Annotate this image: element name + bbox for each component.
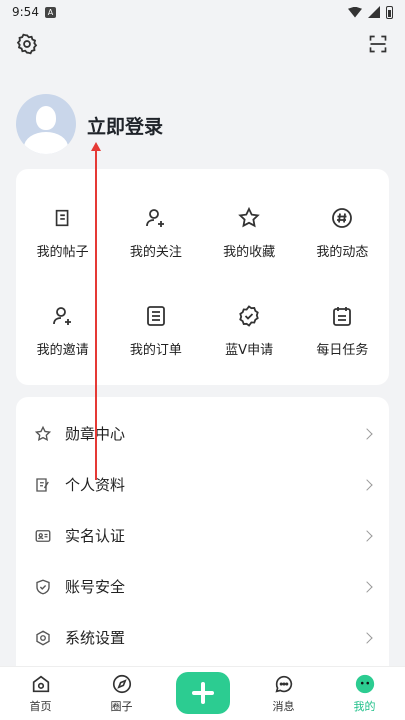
invite-icon — [50, 303, 76, 329]
status-icons — [348, 5, 393, 19]
nav-item-circle[interactable]: 圈子 — [81, 667, 162, 720]
calendar-icon — [329, 303, 355, 329]
grid-label: 我的动态 — [316, 245, 369, 260]
wifi-icon — [348, 6, 362, 18]
grid-label: 我的订单 — [129, 343, 182, 358]
grid-item-activity[interactable]: 我的动态 — [296, 183, 389, 281]
chevron-right-icon — [361, 580, 373, 593]
chevron-right-icon — [361, 529, 373, 542]
list-item-account-security[interactable]: 账号安全 — [16, 561, 389, 612]
nav-label: 首页 — [29, 700, 52, 713]
nav-item-mine[interactable]: 我的 — [324, 667, 405, 720]
nav-label: 圈子 — [110, 700, 133, 713]
order-icon — [143, 303, 169, 329]
grid-item-verify-apply[interactable]: 蓝V申请 — [203, 281, 296, 379]
message-icon — [273, 673, 295, 695]
list-label: 系统设置 — [65, 629, 126, 647]
nav-item-messages[interactable]: 消息 — [243, 667, 324, 720]
signal-icon — [368, 6, 380, 18]
login-link[interactable]: 立即登录 — [87, 112, 163, 139]
shield-icon — [34, 578, 52, 596]
id-card-icon — [34, 527, 52, 545]
list-label: 账号安全 — [65, 578, 126, 596]
grid-item-daily-tasks[interactable]: 每日任务 — [296, 281, 389, 379]
status-time: 9:54 — [12, 5, 39, 19]
nav-item-home[interactable]: 首页 — [0, 667, 81, 720]
verified-badge-icon — [236, 303, 262, 329]
list-item-profile[interactable]: 个人资料 — [16, 459, 389, 510]
annotation-arrow-line — [95, 150, 97, 480]
star-icon — [236, 205, 262, 231]
grid-label: 蓝V申请 — [225, 343, 274, 358]
profile-face-icon — [354, 673, 376, 695]
avatar[interactable] — [16, 94, 76, 154]
settings-gear-icon[interactable] — [15, 32, 39, 56]
scan-icon[interactable] — [366, 32, 390, 56]
chevron-right-icon — [361, 631, 373, 644]
avatar-head — [36, 106, 56, 130]
grid-label: 我的收藏 — [223, 245, 276, 260]
edit-profile-icon — [34, 476, 52, 494]
chevron-right-icon — [361, 478, 373, 491]
grid-item-follow[interactable]: 我的关注 — [109, 183, 202, 281]
nav-label: 消息 — [272, 700, 295, 713]
follow-icon — [143, 205, 169, 231]
settings-list: 勋章中心 个人资料 实名认证 账号安全 系统设置 — [16, 397, 389, 667]
shortcut-grid: 我的帖子 我的关注 我的收藏 我的动态 我的邀请 我的订单 蓝V申请 每日任务 — [16, 169, 389, 385]
hashtag-icon — [329, 205, 355, 231]
annotation-arrow-head — [91, 142, 101, 151]
grid-item-favorites[interactable]: 我的收藏 — [203, 183, 296, 281]
list-label: 实名认证 — [65, 527, 126, 545]
grid-label: 我的邀请 — [36, 343, 89, 358]
grid-label: 我的关注 — [129, 245, 182, 260]
compass-icon — [111, 673, 133, 695]
chevron-right-icon — [361, 427, 373, 440]
star-outline-icon — [34, 425, 52, 443]
battery-icon — [386, 5, 393, 19]
grid-item-orders[interactable]: 我的订单 — [109, 281, 202, 379]
post-icon — [50, 205, 76, 231]
list-item-medal-center[interactable]: 勋章中心 — [16, 408, 389, 459]
bottom-nav: 首页 圈子 消息 我的 — [0, 666, 405, 720]
grid-label: 每日任务 — [316, 343, 369, 358]
grid-label: 我的帖子 — [36, 245, 89, 260]
nav-item-publish[interactable] — [162, 667, 243, 720]
plus-icon-vertical — [200, 681, 205, 704]
add-button[interactable] — [175, 671, 230, 714]
home-icon — [30, 673, 52, 695]
nav-label: 我的 — [353, 700, 376, 713]
status-bar: 9:54 A — [0, 0, 405, 24]
notification-icon: A — [44, 6, 56, 18]
hexagon-settings-icon — [34, 629, 52, 647]
avatar-shoulder — [24, 132, 68, 154]
list-item-system-settings[interactable]: 系统设置 — [16, 612, 389, 663]
list-item-real-name[interactable]: 实名认证 — [16, 510, 389, 561]
